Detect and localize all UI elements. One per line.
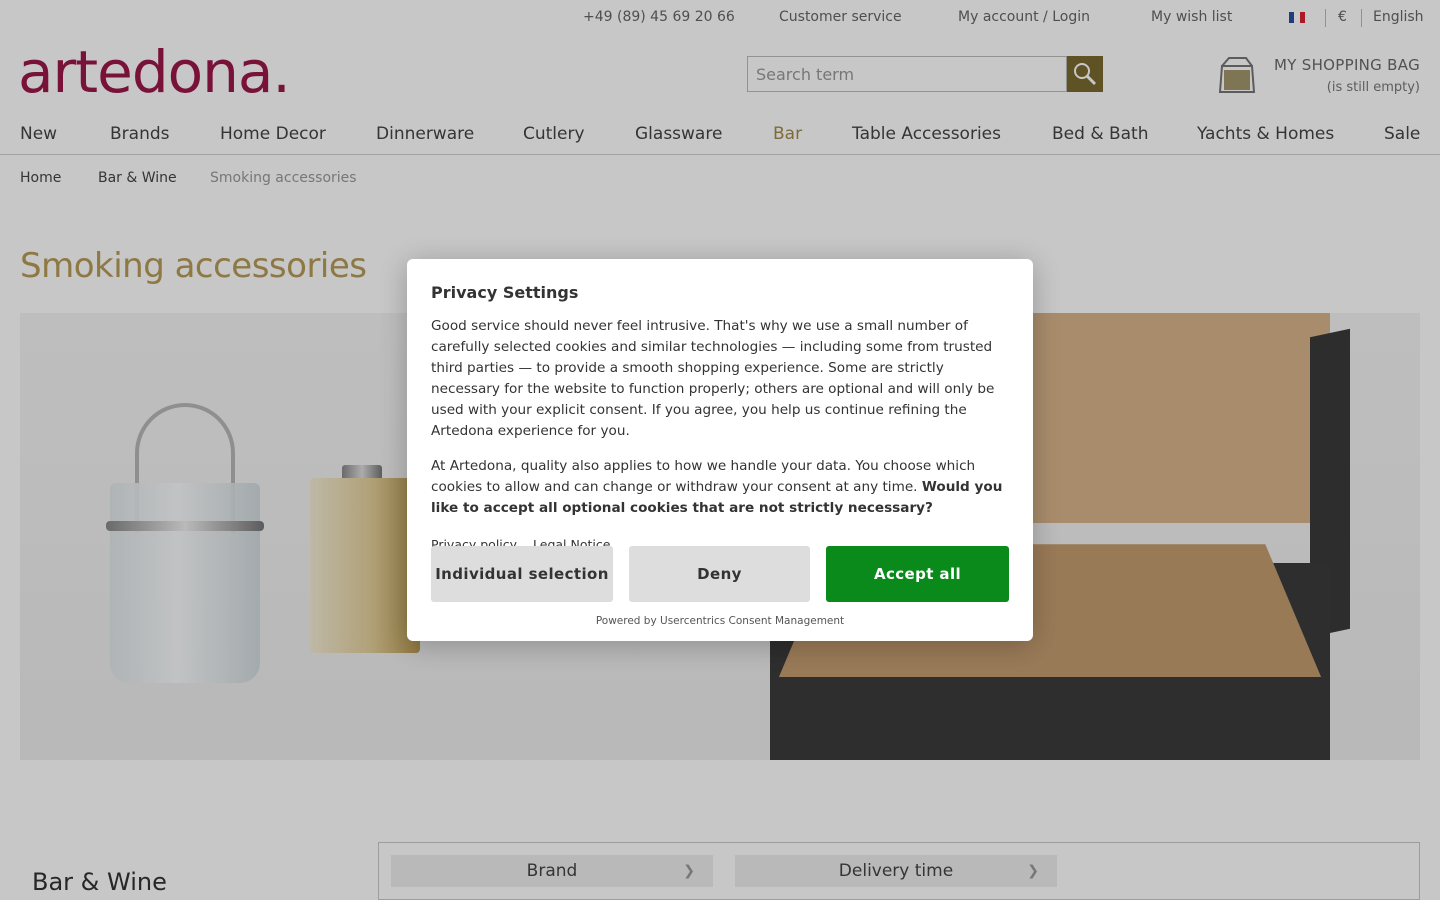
deny-button[interactable]: Deny (629, 546, 810, 602)
dialog-buttons: Individual selection Deny Accept all (431, 546, 1009, 602)
dialog-title: Privacy Settings (431, 283, 579, 302)
individual-selection-button[interactable]: Individual selection (431, 546, 613, 602)
dialog-paragraph-1: Good service should never feel intrusive… (431, 318, 995, 439)
privacy-settings-dialog: Privacy Settings Good service should nev… (407, 259, 1033, 641)
accept-all-button[interactable]: Accept all (826, 546, 1009, 602)
powered-by-usercentrics[interactable]: Powered by Usercentrics Consent Manageme… (407, 615, 1033, 627)
dialog-paragraph-2: At Artedona, quality also applies to how… (431, 458, 1003, 516)
